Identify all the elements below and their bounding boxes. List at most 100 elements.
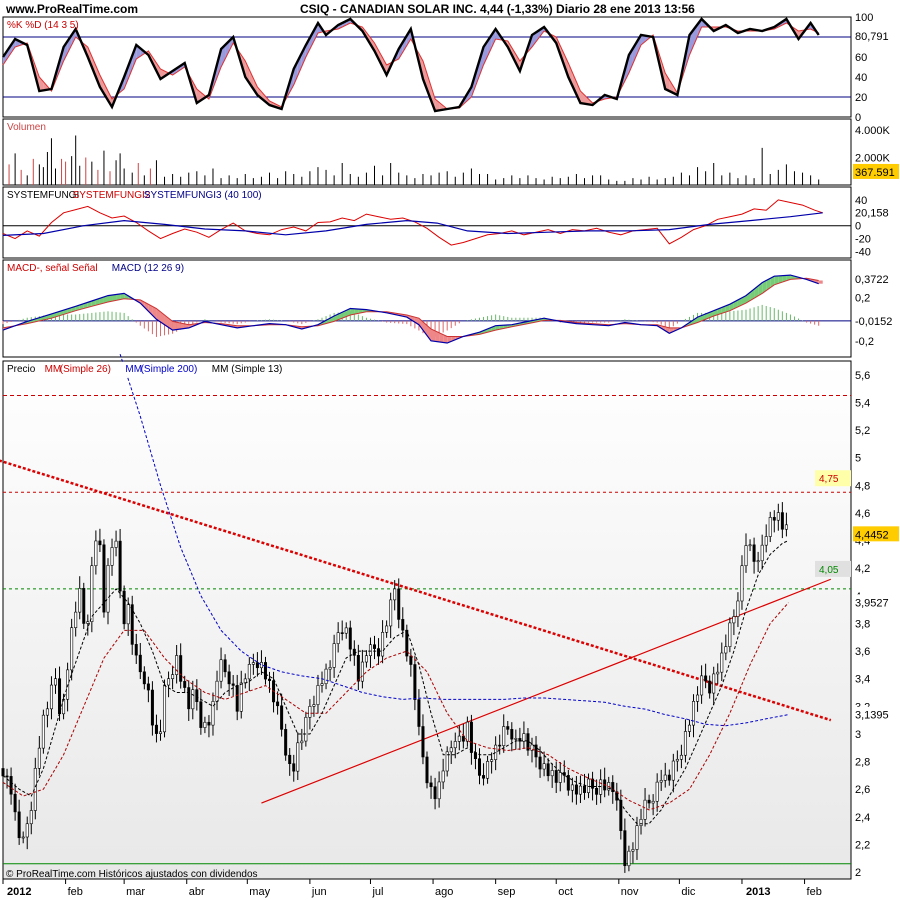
candle-body: [207, 721, 211, 726]
candle-body: [219, 659, 223, 682]
x-tick-label: abr: [189, 886, 205, 898]
candle-body: [288, 754, 292, 765]
candle-body: [506, 726, 510, 730]
candle-body: [389, 599, 393, 627]
legend-item: SYSTEMFUNGI2: [73, 190, 151, 201]
candle-body: [425, 756, 429, 784]
y-tick-label: 2,6: [855, 784, 870, 796]
candle-body: [195, 689, 199, 703]
candle-body: [639, 819, 643, 826]
macd-fill: [818, 280, 823, 284]
candle-body: [401, 619, 405, 631]
candle-body: [316, 685, 320, 705]
candle-body: [276, 701, 280, 707]
legend-item: (Simple 200): [141, 364, 198, 375]
candle-body: [522, 733, 526, 742]
candle-body: [538, 756, 542, 770]
y-tick-label: -40: [855, 247, 871, 259]
y-tick-label: 20: [855, 92, 867, 104]
candle-body: [683, 731, 687, 756]
y-tick-label: 0,2: [855, 293, 870, 305]
candle-body: [110, 547, 114, 566]
candle-body: [5, 775, 9, 778]
candle-body: [41, 714, 45, 749]
candle-body: [486, 761, 490, 779]
candle-body: [393, 588, 397, 601]
x-tick-label: jul: [371, 886, 383, 898]
x-tick-label: 2013: [746, 886, 770, 898]
legend-item: (Simple 26): [60, 364, 111, 375]
candle-body: [9, 776, 13, 795]
candle-body: [659, 780, 663, 783]
candle-body: [623, 830, 627, 867]
candle-body: [655, 781, 659, 802]
macd-fill: [172, 321, 177, 331]
candle-body: [82, 588, 86, 624]
volume-frame: [2, 118, 852, 186]
candle-body: [114, 540, 118, 548]
candle-body: [457, 735, 461, 742]
candle-body: [772, 517, 776, 521]
candle-body: [716, 671, 720, 675]
site-name: www.ProRealTime.com: [5, 2, 138, 16]
candle-body: [74, 611, 78, 628]
candle-body: [784, 524, 788, 530]
candle-body: [587, 778, 591, 793]
x-tick-label: may: [249, 886, 270, 898]
candle-body: [744, 545, 748, 567]
legend-item: SYSTEMFUNGI: [7, 190, 79, 201]
chart-canvas: www.ProRealTime.com CSIQ - CANADIAN SOLA…: [0, 0, 900, 900]
candle-body: [17, 811, 21, 839]
candle-body: [106, 565, 110, 613]
candle-body: [760, 544, 764, 562]
candle-body: [627, 850, 631, 867]
candle-body: [643, 799, 647, 820]
y-tick-label: 2,8: [855, 757, 870, 769]
legend-item: MACD-, señal Señal: [7, 263, 98, 274]
value-label: 80,791: [855, 31, 889, 43]
candle-body: [752, 544, 756, 562]
candle-body: [223, 659, 227, 673]
candle-body: [58, 678, 62, 715]
y-tick-label: 5,4: [855, 397, 870, 409]
candle-body: [1, 768, 5, 777]
candle-body: [29, 810, 33, 825]
y-tick-label: 3: [855, 729, 861, 741]
x-tick-label: feb: [807, 886, 822, 898]
candle-body: [344, 627, 348, 634]
y-tick-label: 5,2: [855, 425, 870, 437]
candle-body: [712, 673, 716, 694]
value-label: 4,4452: [855, 529, 889, 541]
candle-body: [280, 705, 284, 730]
candle-body: [183, 681, 187, 688]
candle-body: [631, 849, 635, 852]
macd-panel: MACD-, señal Señal MACD (12 26 9) 0,2 -0,2 0…: [2, 259, 899, 358]
candle-body: [704, 675, 708, 682]
price-frame: [2, 360, 852, 880]
candle-body: [49, 684, 53, 710]
x-tick-label: 2012: [7, 886, 31, 898]
candle-body: [122, 590, 126, 625]
y-tick-label: 100: [855, 12, 873, 24]
value-label: 0,3722: [855, 274, 889, 286]
y-tick-label: 3,4: [855, 674, 870, 686]
stochastic-panel: %K %D (14 3 5)10080604020080,791: [2, 12, 899, 124]
candle-body: [199, 701, 203, 728]
candle-body: [377, 648, 381, 657]
candle-body: [748, 544, 752, 547]
legend-item: SYSTEMFUNGI3 (40 100): [144, 190, 262, 201]
candle-body: [308, 706, 312, 718]
candle-body: [732, 616, 736, 624]
x-tick-label: dic: [681, 886, 696, 898]
candle-body: [461, 735, 465, 742]
candle-body: [696, 694, 700, 702]
candle-body: [284, 729, 288, 756]
candle-body: [510, 729, 514, 740]
candle-body: [368, 644, 372, 656]
candle-body: [13, 793, 17, 813]
candle-body: [251, 662, 255, 665]
candle-body: [158, 731, 162, 734]
price-panel: Precio MM(Simple 26) MM(Simple 200) MM (Sim…: [0, 353, 899, 880]
candle-body: [554, 770, 558, 783]
candle-body: [268, 678, 272, 681]
